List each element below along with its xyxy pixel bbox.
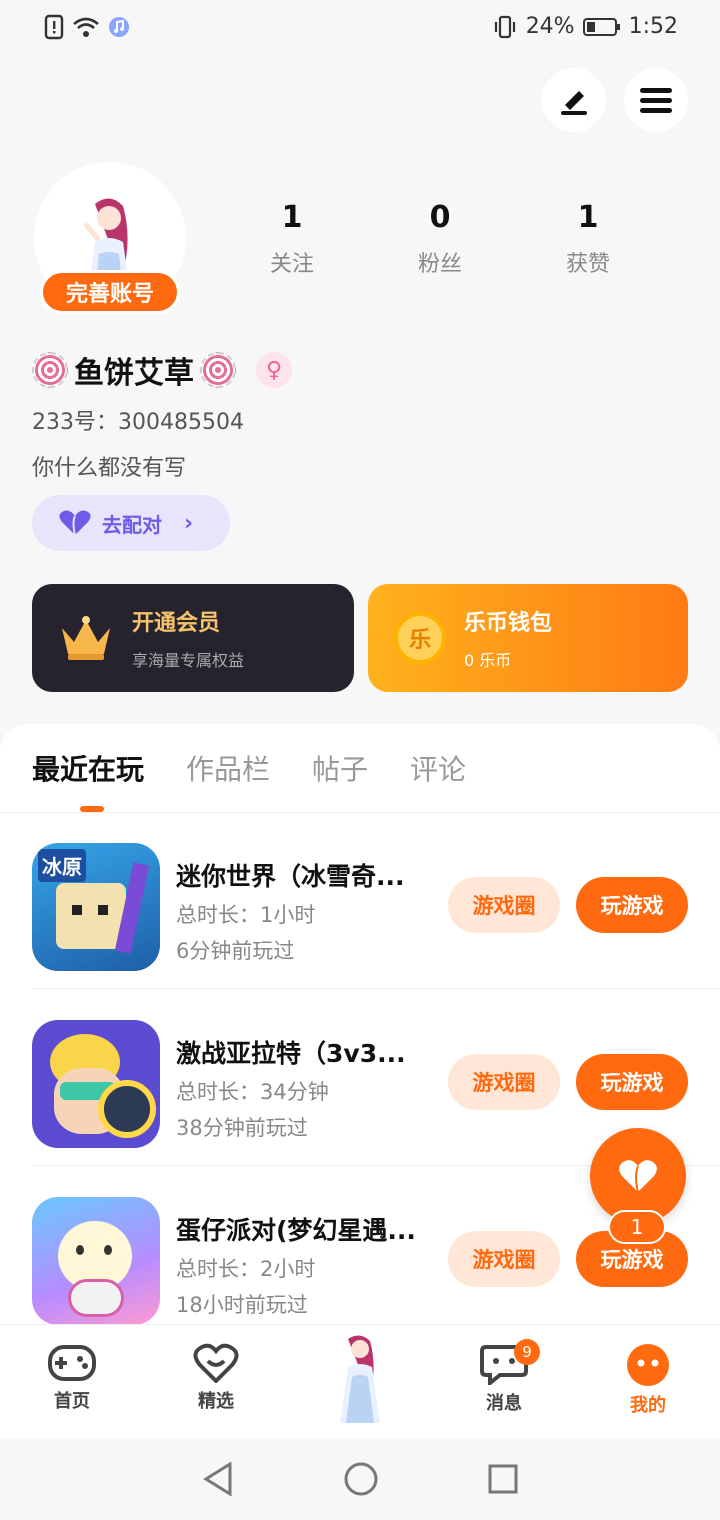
eggy-eye [76, 1245, 84, 1255]
nickname: 鱼饼艾草 [74, 356, 194, 391]
eggy-suit [68, 1279, 124, 1317]
message-badge: 9 [514, 1339, 540, 1365]
stat-label: 获赞 [565, 252, 610, 277]
match-button[interactable]: 去配对 › [32, 495, 230, 551]
menu-icon [640, 88, 672, 113]
sim-alert-icon [44, 14, 64, 40]
game-last-played: 18小时前玩过 [176, 1293, 308, 1317]
nav-label: 首页 [54, 1391, 90, 1412]
stat-label: 关注 [269, 252, 314, 277]
lollipop-icon [32, 352, 68, 388]
nav-label: 我的 [630, 1395, 666, 1416]
game-icon[interactable]: 冰原 [32, 843, 160, 971]
game-duration: 总时长：34分钟 [176, 1080, 329, 1104]
lollipop-icon [200, 352, 236, 388]
play-game-button[interactable]: 玩游戏 [576, 877, 688, 933]
row-divider [32, 988, 720, 989]
wallet-card[interactable]: 乐 乐币钱包 0 乐币 [368, 584, 688, 692]
vip-card[interactable]: 开通会员 享海量专属权益 [32, 584, 354, 692]
music-app-icon [109, 17, 129, 37]
game-icon[interactable] [32, 1020, 160, 1148]
chevron-right-icon: › [184, 510, 194, 536]
game-circle-button[interactable]: 游戏圈 [448, 1231, 560, 1287]
character-eye [98, 905, 108, 915]
home-icon[interactable] [344, 1462, 378, 1496]
wallet-balance: 0 乐币 [464, 651, 512, 670]
game-last-played: 38分钟前玩过 [176, 1116, 308, 1140]
stat-label: 粉丝 [417, 252, 462, 277]
heart-icon [59, 510, 91, 536]
user-id: 233号：300485504 [32, 410, 244, 435]
top-actions [542, 68, 688, 132]
nickname-row: 鱼饼艾草 ♀ [32, 348, 292, 392]
battery-icon [582, 17, 620, 36]
avatar-character [340, 1335, 380, 1423]
game-name[interactable]: 蛋仔派对(梦幻星遇... [176, 1211, 440, 1247]
stat-following[interactable]: 1 关注 [218, 200, 366, 278]
content-tabs: 最近在玩 作品栏 帖子 评论 [32, 748, 466, 788]
avatar-block[interactable]: 完善账号 [34, 162, 186, 314]
wifi-icon [73, 17, 99, 37]
play-game-button[interactable]: 玩游戏 [576, 1054, 688, 1110]
nav-me[interactable]: 我的 [576, 1325, 720, 1438]
tab-recent[interactable]: 最近在玩 [32, 748, 144, 788]
wallet-title: 乐币钱包 [464, 611, 553, 636]
status-bar: 24% 1:52 [0, 0, 720, 56]
stat-followers[interactable]: 0 粉丝 [366, 200, 514, 278]
game-name[interactable]: 迷你世界（冰雪奇... [176, 857, 440, 893]
pencil-icon [561, 91, 587, 115]
profile-stats: 1 关注 0 粉丝 1 获赞 [218, 200, 662, 278]
heart-chat-icon [193, 1343, 239, 1383]
bottom-nav: 首页 精选 9 消息 我的 [0, 1324, 720, 1438]
vip-title: 开通会员 [132, 611, 221, 636]
nav-messages[interactable]: 9 消息 [432, 1325, 576, 1438]
profile-face-icon [627, 1344, 669, 1386]
stat-likes[interactable]: 1 获赞 [514, 200, 662, 278]
game-duration: 总时长：1小时 [176, 903, 316, 927]
game-duration: 总时长：2小时 [176, 1257, 316, 1281]
game-icon[interactable] [32, 1197, 160, 1324]
game-circle-button[interactable]: 游戏圈 [448, 877, 560, 933]
character-eye [72, 905, 82, 915]
edit-button[interactable] [542, 68, 606, 132]
game-row[interactable]: 冰原 迷你世界（冰雪奇... 总时长：1小时 6分钟前玩过 游戏圈 玩游戏 [32, 813, 720, 989]
stat-value: 1 [577, 200, 599, 235]
nav-label: 消息 [486, 1393, 522, 1414]
heart-icon [619, 1160, 657, 1193]
female-gender-icon: ♀ [256, 352, 292, 388]
vibrate-icon [494, 15, 515, 38]
back-icon[interactable] [202, 1462, 234, 1496]
system-nav-bar [0, 1438, 720, 1520]
stat-value: 0 [429, 200, 451, 235]
gamepad-icon [48, 1345, 96, 1381]
clock: 1:52 [628, 14, 678, 39]
floating-count-badge: 1 [608, 1210, 666, 1244]
game-icon-tag: 冰原 [38, 849, 86, 882]
coin-icon: 乐 [394, 612, 446, 664]
bomb-ball [98, 1080, 156, 1138]
eggy-eye [104, 1245, 112, 1255]
block-character [56, 883, 126, 949]
stat-value: 1 [281, 200, 303, 235]
user-bio: 你什么都没有写 [32, 456, 187, 481]
vip-subtitle: 享海量专属权益 [132, 651, 245, 670]
coin-char: 乐 [408, 628, 431, 653]
tab-comments[interactable]: 评论 [410, 748, 466, 788]
nav-featured[interactable]: 精选 [144, 1325, 288, 1438]
match-label: 去配对 [102, 512, 162, 537]
battery-percent: 24% [525, 14, 575, 39]
recents-icon[interactable] [488, 1464, 518, 1494]
nav-home[interactable]: 首页 [0, 1325, 144, 1438]
tab-posts[interactable]: 帖子 [312, 748, 368, 788]
menu-button[interactable] [624, 68, 688, 132]
complete-account-badge[interactable]: 完善账号 [40, 270, 180, 314]
crown-icon [62, 616, 110, 660]
tab-works[interactable]: 作品栏 [186, 748, 270, 788]
game-name[interactable]: 激战亚拉特（3v3... [176, 1034, 440, 1070]
nav-avatar-center[interactable] [288, 1325, 432, 1438]
game-last-played: 6分钟前玩过 [176, 939, 295, 963]
game-circle-button[interactable]: 游戏圈 [448, 1054, 560, 1110]
nav-label: 精选 [198, 1391, 234, 1412]
